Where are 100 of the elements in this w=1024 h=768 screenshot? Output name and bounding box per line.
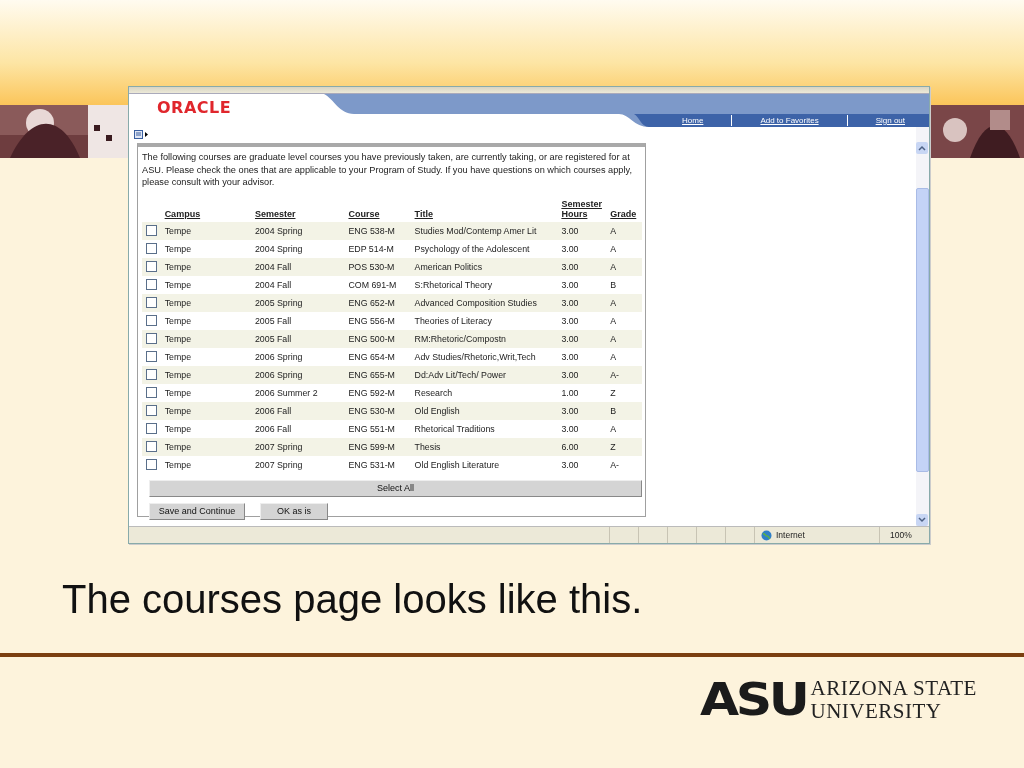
table-cell: Thesis <box>414 441 441 452</box>
table-cell: Psychology of the Adolescent <box>414 243 530 254</box>
table-cell: Z <box>610 441 616 452</box>
row-checkbox[interactable] <box>146 261 157 273</box>
row-checkbox[interactable] <box>146 423 157 435</box>
table-cell: COM 691-M <box>348 279 397 290</box>
table-cell: ENG 652-M <box>348 297 395 308</box>
table-cell: 3.00 <box>561 423 579 434</box>
nav-link[interactable]: Add to Favorites <box>746 115 833 126</box>
table-cell: ENG 530-M <box>348 405 395 416</box>
table-cell: A <box>610 351 617 362</box>
zoom-level[interactable]: 100% <box>890 530 912 540</box>
row-checkbox[interactable] <box>146 459 157 471</box>
globe-icon <box>761 529 772 541</box>
column-header[interactable]: Grade <box>610 208 637 219</box>
row-checkbox[interactable] <box>146 225 157 237</box>
oracle-logo: ORACLE <box>157 99 232 117</box>
table-cell: 2006 Summer 2 <box>254 387 318 398</box>
logo-wordmark-line: UNIVERSITY <box>810 700 943 723</box>
table-cell: 2007 Spring <box>254 441 303 452</box>
table-cell: 2004 Fall <box>254 279 292 290</box>
table-cell: Z <box>610 387 616 398</box>
table-cell: Tempe <box>164 315 192 326</box>
asu-logo-mark: ASU <box>700 677 807 723</box>
scroll-up-icon[interactable] <box>916 142 928 154</box>
table-cell: ENG 538-M <box>348 225 395 236</box>
table-cell: Tempe <box>164 387 192 398</box>
table-cell: 2005 Spring <box>254 297 303 308</box>
table-cell: 3.00 <box>561 405 579 416</box>
nav-link[interactable]: Sign out <box>861 115 905 126</box>
intro-text: The following courses are graduate level courses you have previously taken, are currently taking, or are registered for at ASU. Please check the ones that are applicable to your Program of Study. If you have questions on which courses apply, please consult with your advisor. <box>142 151 633 189</box>
table-cell: Adv Studies/Rhetoric,Writ,Tech <box>414 351 536 362</box>
table-cell: 3.00 <box>561 279 579 290</box>
table-cell: Tempe <box>164 369 192 380</box>
table-cell: S:Rhetorical Theory <box>414 279 493 290</box>
scrollbar[interactable] <box>916 127 929 526</box>
table-cell: Tempe <box>164 261 192 272</box>
row-checkbox[interactable] <box>146 315 157 327</box>
table-cell: A <box>610 261 617 272</box>
table-cell: POS 530-M <box>348 261 395 272</box>
table-cell: 2007 Spring <box>254 459 303 470</box>
table-cell: ENG 556-M <box>348 315 395 326</box>
table-cell: B <box>610 279 617 290</box>
row-checkbox[interactable] <box>146 369 157 381</box>
row-checkbox[interactable] <box>146 387 157 399</box>
table-cell: 3.00 <box>561 225 579 236</box>
table-cell: Tempe <box>164 225 192 236</box>
table-cell: 3.00 <box>561 351 579 362</box>
table-cell: 3.00 <box>561 333 579 344</box>
row-checkbox[interactable] <box>146 297 157 309</box>
table-cell: ENG 654-M <box>348 351 395 362</box>
table-cell: ENG 655-M <box>348 369 395 380</box>
table-cell: 2006 Spring <box>254 351 303 362</box>
table-cell: Tempe <box>164 279 192 290</box>
scroll-down-icon[interactable] <box>916 514 928 526</box>
table-cell: ENG 531-M <box>348 459 395 470</box>
table-cell: A- <box>610 369 620 380</box>
column-header[interactable]: Semester Hours <box>561 198 608 219</box>
table-cell: 6.00 <box>561 441 579 452</box>
table-cell: Tempe <box>164 405 192 416</box>
scroll-thumb[interactable] <box>916 188 929 472</box>
menu-toggle-icon[interactable] <box>134 130 148 139</box>
table-cell: 2004 Fall <box>254 261 292 272</box>
table-cell: Rhetorical Traditions <box>414 423 495 434</box>
table-cell: RM:Rhetoric/Compostn <box>414 333 506 344</box>
table-cell: Old English Literature <box>414 459 500 470</box>
row-checkbox[interactable] <box>146 441 157 453</box>
table-cell: 2006 Fall <box>254 405 292 416</box>
table-cell: 2006 Fall <box>254 423 292 434</box>
column-header[interactable]: Campus <box>164 208 201 219</box>
row-checkbox[interactable] <box>146 333 157 345</box>
column-header[interactable]: Semester <box>254 208 296 219</box>
nav-link[interactable]: Home <box>668 115 718 126</box>
table-cell: Tempe <box>164 243 192 254</box>
row-checkbox[interactable] <box>146 279 157 291</box>
table-cell: A <box>610 423 617 434</box>
table-cell: EDP 514-M <box>348 243 394 254</box>
table-cell: ENG 592-M <box>348 387 395 398</box>
row-checkbox[interactable] <box>146 351 157 363</box>
row-checkbox[interactable] <box>146 405 157 417</box>
table-cell: Research <box>414 387 453 398</box>
security-zone-label: Internet <box>776 530 805 540</box>
column-header[interactable]: Title <box>414 208 433 219</box>
table-cell: A <box>610 243 617 254</box>
table-cell: Studies Mod/Contemp Amer Lit <box>414 225 537 236</box>
table-cell: 2004 Spring <box>254 225 303 236</box>
column-header[interactable]: Course <box>348 208 380 219</box>
logo-wordmark-line: ARIZONA STATE <box>810 677 977 700</box>
table-cell: 2005 Fall <box>254 333 292 344</box>
row-checkbox[interactable] <box>146 243 157 255</box>
table-cell: Tempe <box>164 333 192 344</box>
table-cell: Tempe <box>164 423 192 434</box>
action-button[interactable]: OK as is <box>260 502 328 520</box>
table-cell: Dd:Adv Lit/Tech/ Power <box>414 369 506 380</box>
table-cell: Old English <box>414 405 460 416</box>
action-button[interactable]: Save and Continue <box>149 502 245 520</box>
action-button[interactable]: Select All <box>149 479 642 497</box>
table-cell: Advanced Composition Studies <box>414 297 537 308</box>
table-cell: Tempe <box>164 459 192 470</box>
table-cell: ENG 599-M <box>348 441 395 452</box>
